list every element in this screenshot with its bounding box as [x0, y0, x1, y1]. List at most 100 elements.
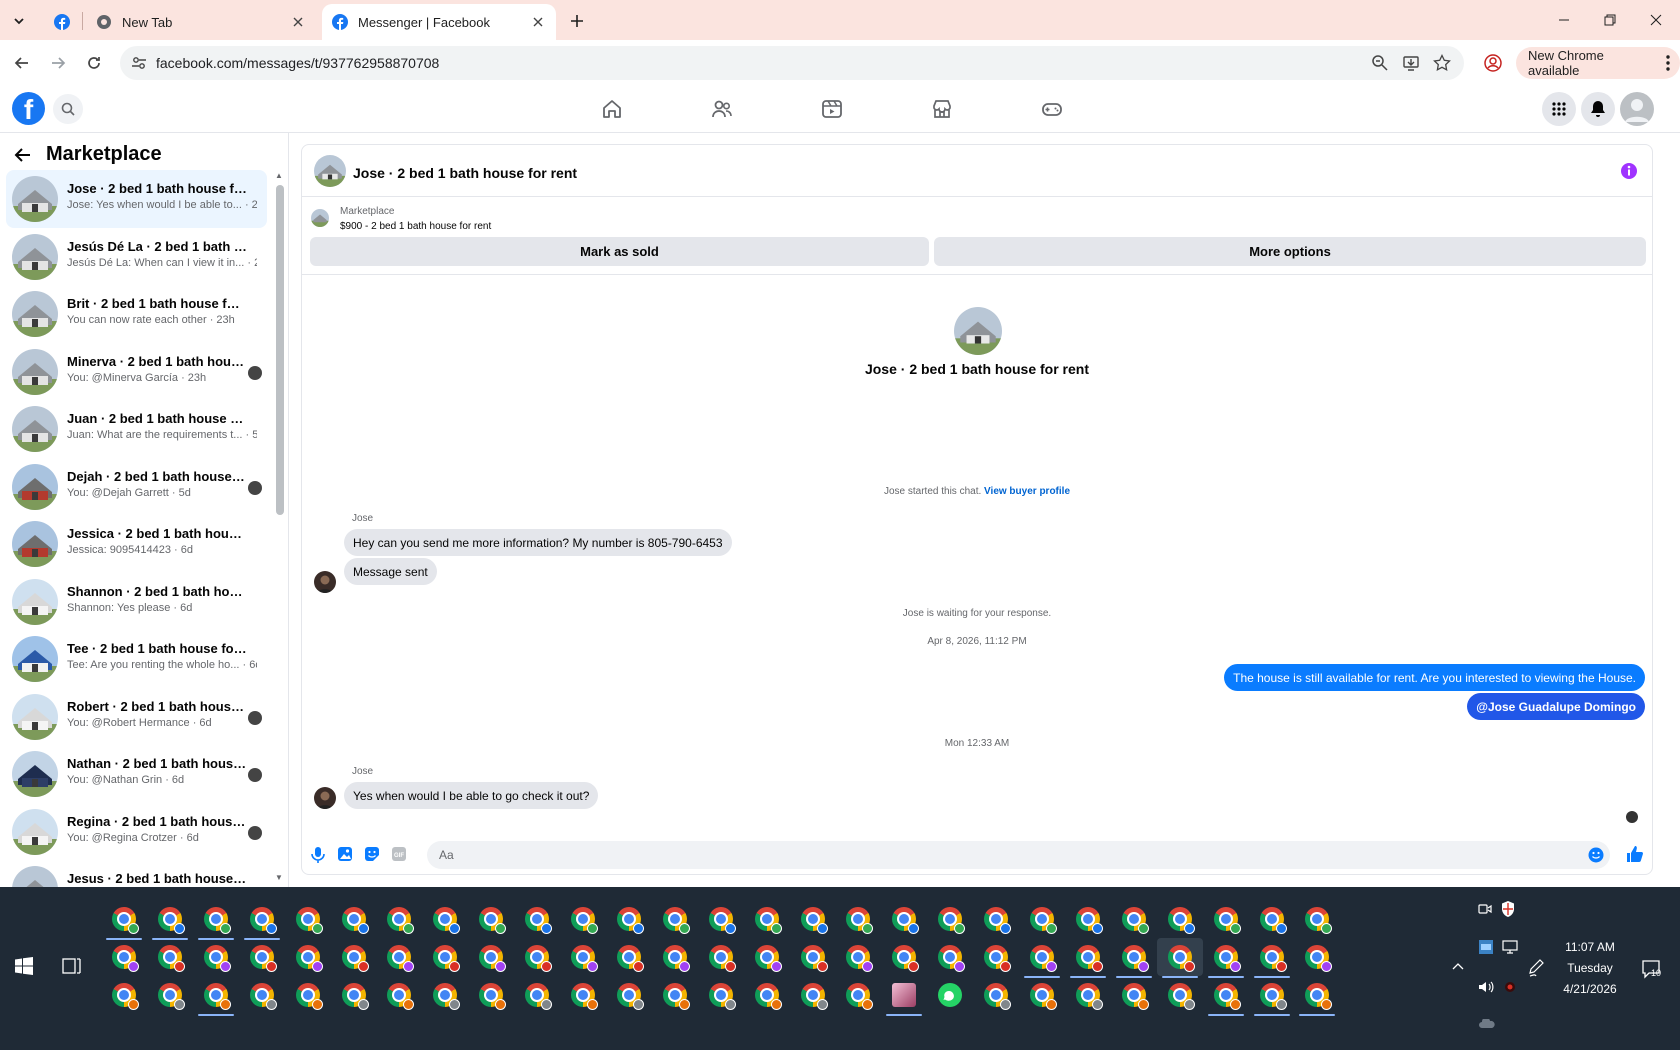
display-icon[interactable] [1502, 940, 1518, 954]
cloud-icon[interactable] [1478, 1019, 1496, 1029]
conversation-item[interactable]: Regina · 2 bed 1 bath house f... You: @Re… [6, 803, 267, 861]
chrome-profile-icon[interactable] [479, 945, 506, 972]
view-buyer-profile-link[interactable]: View buyer profile [984, 486, 1070, 497]
chrome-profile-icon[interactable] [892, 945, 919, 972]
chrome-profile-icon[interactable] [892, 907, 919, 934]
chrome-profile-icon[interactable] [296, 945, 323, 972]
account-avatar[interactable] [1620, 92, 1654, 126]
chrome-profile-icon[interactable] [801, 983, 828, 1010]
chrome-profile-icon[interactable] [1122, 945, 1149, 972]
microphone-icon[interactable] [311, 846, 325, 864]
outgoing-message[interactable]: The house is still available for rent. A… [1224, 664, 1645, 691]
chrome-profile-icon[interactable] [112, 907, 139, 934]
conversation-item[interactable]: Juan · 2 bed 1 bath house for rent Juan: … [6, 400, 267, 458]
chrome-profile-icon[interactable] [1214, 983, 1241, 1010]
whatsapp-icon[interactable] [938, 983, 962, 1007]
chrome-profile-icon[interactable] [204, 983, 231, 1010]
thumbs-up-icon[interactable] [1626, 845, 1644, 863]
listing-title[interactable]: $900 - 2 bed 1 bath house for rent [340, 221, 491, 232]
chrome-profile-icon[interactable] [1122, 983, 1149, 1010]
conversation-item[interactable]: Jose · 2 bed 1 bath house for rent Jose: … [6, 170, 267, 228]
back-arrow-icon[interactable] [14, 146, 32, 164]
chrome-profile-icon[interactable] [663, 945, 690, 972]
emoji-icon[interactable] [1588, 847, 1604, 863]
start-button[interactable] [15, 957, 33, 975]
gif-icon[interactable]: GIF [391, 846, 407, 862]
chrome-profile-icon[interactable] [525, 907, 552, 934]
bookmark-star-icon[interactable] [1433, 54, 1451, 72]
chrome-profile-icon[interactable] [204, 945, 231, 972]
chat-header-avatar[interactable] [314, 155, 346, 187]
info-icon[interactable] [1620, 162, 1638, 180]
conversation-item[interactable]: Nathan · 2 bed 1 bath house f... You: @Na… [6, 745, 267, 803]
conversation-item[interactable]: Robert · 2 bed 1 bath house f... You: @Ro… [6, 688, 267, 746]
chrome-profile-icon[interactable] [479, 907, 506, 934]
conversation-item[interactable]: Brit · 2 bed 1 bath house for rent You ca… [6, 285, 267, 343]
conversation-item[interactable]: Shannon · 2 bed 1 bath house f... Shannon… [6, 573, 267, 631]
chrome-profile-icon[interactable] [1260, 907, 1287, 934]
chrome-profile-icon[interactable] [342, 907, 369, 934]
site-info-icon[interactable] [130, 54, 148, 72]
chrome-profile-icon[interactable] [984, 945, 1011, 972]
chrome-profile-icon[interactable] [801, 907, 828, 934]
clock-date[interactable]: 4/21/2026 [1550, 979, 1630, 1000]
sender-avatar[interactable] [314, 571, 336, 593]
intro-avatar[interactable] [954, 307, 1002, 355]
chrome-profile-icon[interactable] [250, 945, 277, 972]
chrome-profile-icon[interactable] [387, 983, 414, 1010]
chrome-profile-icon[interactable] [250, 907, 277, 934]
chrome-profile-icon[interactable] [1305, 907, 1332, 934]
meet-now-icon[interactable] [1478, 902, 1492, 916]
kebab-menu-icon[interactable] [1666, 55, 1670, 71]
volume-icon[interactable] [1478, 980, 1494, 994]
incoming-message[interactable]: Yes when would I be able to go check it … [344, 782, 599, 809]
new-tab-button[interactable] [566, 10, 588, 32]
chrome-profile-icon[interactable] [387, 945, 414, 972]
chrome-profile-icon[interactable] [709, 983, 736, 1010]
chrome-profile-icon[interactable] [1305, 983, 1332, 1010]
chrome-profile-icon[interactable] [571, 945, 598, 972]
nav-friends[interactable] [709, 96, 735, 122]
message-input[interactable]: Aa [427, 841, 1610, 869]
back-button[interactable] [10, 51, 34, 75]
more-options-button[interactable]: More options [934, 237, 1646, 266]
nav-gaming[interactable] [1039, 96, 1065, 122]
chrome-profile-icon[interactable] [158, 945, 185, 972]
chrome-profile-icon[interactable] [755, 907, 782, 934]
chrome-profile-icon[interactable] [755, 983, 782, 1010]
conversation-item[interactable]: Jesús Dé La · 2 bed 1 bath hous... Jesús … [6, 228, 267, 286]
chrome-profile-icon[interactable] [433, 907, 460, 934]
chrome-profile-icon[interactable] [525, 945, 552, 972]
chrome-profile-icon[interactable] [1030, 945, 1057, 972]
chrome-profile-icon[interactable] [846, 907, 873, 934]
conversation-item[interactable]: Minerva · 2 bed 1 bath house ... You: @Mi… [6, 343, 267, 401]
chrome-profile-icon[interactable] [342, 983, 369, 1010]
tab-new-tab[interactable]: New Tab [86, 4, 316, 40]
sender-avatar[interactable] [314, 787, 336, 809]
chrome-profile-icon[interactable] [1168, 945, 1195, 972]
close-window-button[interactable] [1636, 8, 1676, 32]
sticker-icon[interactable] [364, 846, 380, 862]
tab-search-button[interactable] [8, 10, 30, 32]
chrome-profile-icon[interactable] [663, 907, 690, 934]
recording-indicator-icon[interactable] [1504, 981, 1516, 993]
chrome-profile-icon[interactable] [617, 945, 644, 972]
address-bar[interactable]: facebook.com/messages/t/937762958870708 [120, 46, 1464, 80]
chrome-profile-icon[interactable] [1168, 983, 1195, 1010]
zoom-icon[interactable] [1371, 54, 1389, 72]
chrome-profile-icon[interactable] [1076, 907, 1103, 934]
scrollbar-thumb[interactable] [276, 185, 284, 515]
incoming-message[interactable]: Hey can you send me more information? My… [344, 529, 732, 556]
chrome-profile-icon[interactable] [1214, 907, 1241, 934]
chrome-profile-icon[interactable] [1168, 907, 1195, 934]
chrome-profile-icon[interactable] [984, 983, 1011, 1010]
conversation-item[interactable]: Jesus · 2 bed 1 bath house for... [6, 860, 267, 887]
new-chrome-available-button[interactable]: New Chrome available [1516, 47, 1680, 79]
chrome-profile-icon[interactable] [250, 983, 277, 1010]
nav-marketplace[interactable] [929, 96, 955, 122]
chrome-profile-icon[interactable] [433, 983, 460, 1010]
chrome-profile-icon[interactable] [1076, 945, 1103, 972]
conversation-item[interactable]: Dejah · 2 bed 1 bath house fo... You: @De… [6, 458, 267, 516]
chrome-profile-icon[interactable] [709, 907, 736, 934]
photo-icon[interactable] [337, 846, 353, 862]
